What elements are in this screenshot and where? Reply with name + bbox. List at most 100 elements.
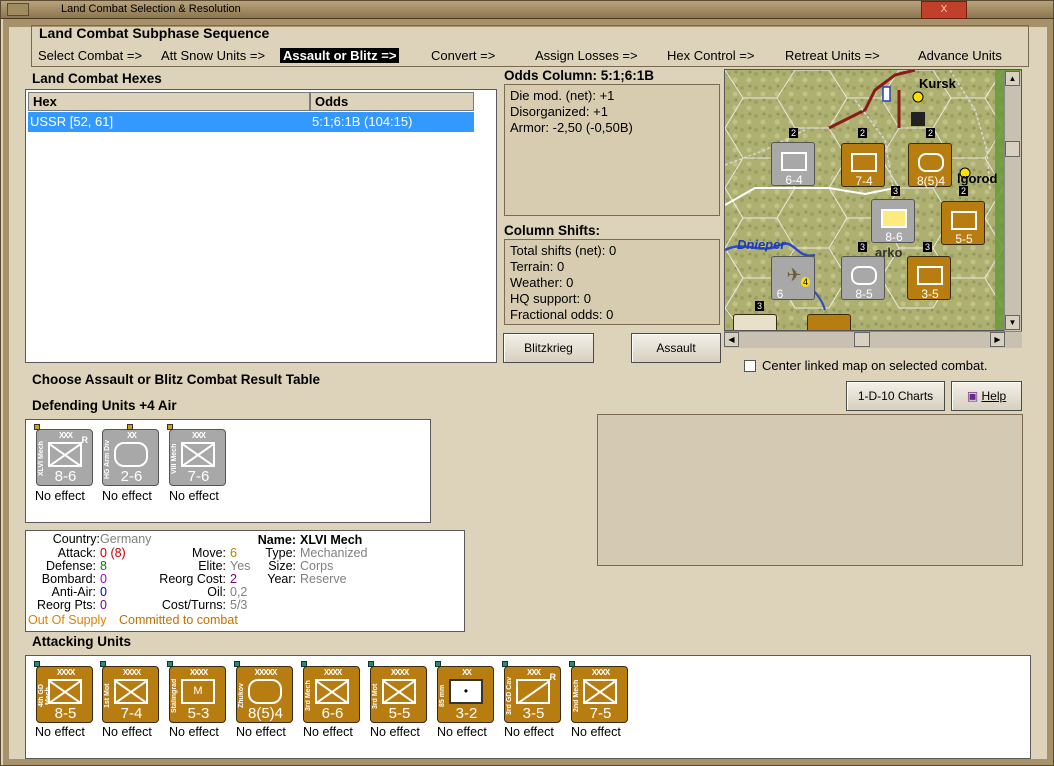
status-marker <box>34 661 40 667</box>
infantry-symbol-icon <box>951 211 977 230</box>
combat-effect: No effect <box>35 725 85 739</box>
map-counter-strength: 8-6 <box>885 230 903 244</box>
map-counter[interactable]: 6-4 <box>771 142 815 187</box>
title-bar[interactable]: Land Combat Selection & Resolution X <box>1 1 1053 19</box>
scroll-thumb[interactable] <box>854 332 870 347</box>
unit-strength: 3-2 <box>455 705 478 722</box>
mountain-symbol-icon: M <box>181 679 215 704</box>
blitzkrieg-button[interactable]: Blitzkrieg <box>503 333 594 363</box>
window-menu-icon[interactable] <box>7 3 29 16</box>
combat-effect: No effect <box>35 489 85 503</box>
map-counter[interactable]: 5-5 <box>941 201 985 246</box>
defense-label: Defense: <box>45 559 96 573</box>
mech-infantry-symbol-icon <box>48 679 82 704</box>
map-label-belgorod: lgorod <box>957 171 998 186</box>
unit-counter[interactable]: XXXX 3rd Mot 5-5 <box>368 661 427 723</box>
map-counter-selected[interactable]: 8-6 <box>871 199 915 244</box>
reorg-pts-label: Reorg Pts: <box>36 598 96 612</box>
combat-effect: No effect <box>169 725 219 739</box>
infantry-symbol-icon <box>781 152 807 171</box>
reorg-pts-value: 0 <box>100 598 107 612</box>
map-label-kursk: Kursk <box>919 76 956 91</box>
close-button[interactable]: X <box>921 1 967 19</box>
linked-map[interactable]: Kursk lgorod Dnieper arko 6-4 7-4 8(5)4 … <box>724 69 1022 331</box>
scroll-thumb[interactable] <box>1005 141 1020 157</box>
column-header-odds[interactable]: Odds <box>310 92 474 111</box>
unit-counter[interactable]: XXXX Stalingrad M 5-3 <box>167 661 226 723</box>
cavalry-symbol-icon <box>516 679 550 704</box>
map-counter-strength: 8-5 <box>855 287 873 301</box>
unit-counter[interactable]: XXX XLVI Mech R 8-6 <box>34 424 93 486</box>
map-counter[interactable]: 8(5)4 <box>908 143 952 188</box>
status-marker <box>569 661 575 667</box>
scroll-right-icon[interactable]: ▶ <box>990 332 1005 347</box>
air-mission-count: 4 <box>801 277 811 287</box>
combat-effect: No effect <box>437 725 487 739</box>
map-vertical-scrollbar[interactable]: ▲ ▼ <box>1004 71 1021 331</box>
table-row[interactable]: USSR [52, 61] 5:1;6:1B (104:15) <box>28 112 474 132</box>
step-select-combat: Select Combat => <box>38 48 143 63</box>
map-counter[interactable]: 3-5 <box>907 256 951 301</box>
oil-value: 0,2 <box>230 585 248 599</box>
map-horizontal-scrollbar[interactable]: ◀ ▶ <box>724 331 1022 348</box>
help-button[interactable]: ▣ Help <box>951 381 1022 411</box>
column-shifts-heading: Column Shifts: <box>504 223 600 238</box>
armor-symbol-icon <box>918 153 944 172</box>
artillery-symbol-icon: • <box>449 679 483 704</box>
odds-cell: 5:1;6:1B (104:15) <box>312 114 413 129</box>
mech-infantry-symbol-icon <box>181 442 215 467</box>
mech-infantry-symbol-icon <box>583 679 617 704</box>
map-counter-strength: 6-4 <box>785 173 803 187</box>
step-retreat-units: Retreat Units => <box>785 48 880 63</box>
map-counter-strength: 8(5)4 <box>916 174 945 188</box>
subphase-heading: Land Combat Subphase Sequence <box>39 25 270 41</box>
attacking-units-panel: XXXX 4th GD Mech 8-5 No effect XXXX 1st … <box>25 655 1031 759</box>
combat-effect: No effect <box>370 725 420 739</box>
unit-counter[interactable]: XXXX 3rd Mech 6-6 <box>301 661 360 723</box>
bombard-label: Bombard: <box>41 572 96 586</box>
scroll-down-icon[interactable]: ▼ <box>1005 315 1020 330</box>
unit-counter[interactable]: XX 85 mm • 3-2 <box>435 661 494 723</box>
status-marker <box>435 661 441 667</box>
unit-counter[interactable]: XXXX 1st Mot 7-4 <box>100 661 159 723</box>
map-counter[interactable]: 7-4 <box>841 143 885 188</box>
map-counter-strength: 5-5 <box>955 232 973 246</box>
unit-counter[interactable]: XXX VIII Mech 7-6 <box>167 424 226 486</box>
scroll-up-icon[interactable]: ▲ <box>1005 71 1020 86</box>
assault-button[interactable]: Assault <box>631 333 721 363</box>
stack-count: 2 <box>959 186 969 196</box>
attacking-heading: Attacking Units <box>32 634 132 649</box>
country-value: Germany <box>100 532 152 546</box>
cost-turns-value: 5/3 <box>230 598 248 612</box>
step-hex-control: Hex Control => <box>667 48 755 63</box>
year-label: Year: <box>267 572 296 586</box>
unit-counter[interactable]: XXXX 4th GD Mech 8-5 <box>34 661 93 723</box>
reserve-marker: R <box>549 672 557 682</box>
center-map-checkbox[interactable] <box>744 360 756 372</box>
unit-counter[interactable]: XXXXX Zhukov 8(5)4 <box>234 661 293 723</box>
combat-effect: No effect <box>102 725 152 739</box>
unit-counter[interactable]: XX HG Arm Div 2-6 <box>102 424 159 486</box>
charts-button[interactable]: 1-D-10 Charts <box>846 381 945 411</box>
scroll-left-icon[interactable]: ◀ <box>724 332 739 347</box>
weather-text: Weather: 0 <box>510 275 574 290</box>
status-marker <box>100 661 106 667</box>
name-value: XLVI Mech <box>300 533 363 547</box>
bombard-value: 0 <box>100 572 107 586</box>
column-header-hex[interactable]: Hex <box>28 92 310 111</box>
reorg-cost-label: Reorg Cost: <box>159 572 226 586</box>
unit-info-panel: Country: Germany Attack: 0 (8) Defense: … <box>25 530 465 632</box>
combat-effect: No effect <box>236 725 286 739</box>
unit-counter[interactable]: XXX 3rd GD Cav R 3-5 <box>502 661 561 723</box>
reserve-marker: R <box>81 435 89 445</box>
oil-label: Oil: <box>207 585 226 599</box>
terrain-text: Terrain: 0 <box>510 259 565 274</box>
window-title: Land Combat Selection & Resolution <box>61 3 241 15</box>
map-counter[interactable] <box>807 314 851 330</box>
infantry-symbol-icon <box>851 153 877 172</box>
map-counter[interactable]: 8-5 <box>841 256 885 301</box>
map-counter[interactable] <box>733 314 777 330</box>
combat-hexes-list[interactable]: Hex Odds USSR [52, 61] 5:1;6:1B (104:15) <box>25 89 497 363</box>
unit-counter[interactable]: XXXX 2nd Mech 7-5 <box>569 661 628 723</box>
out-of-supply-status: Out Of Supply <box>28 613 107 627</box>
